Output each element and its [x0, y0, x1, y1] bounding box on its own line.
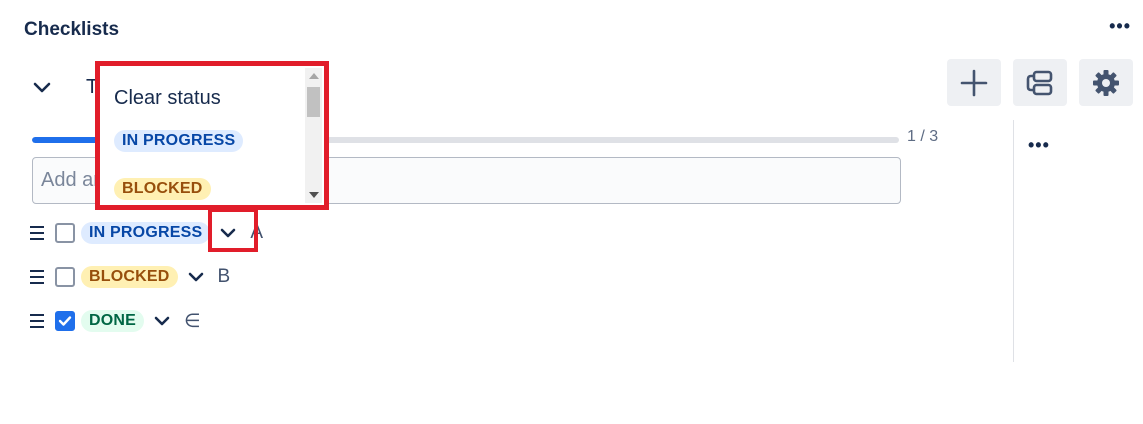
- settings-button[interactable]: [1079, 59, 1133, 106]
- status-dropdown-menu: Clear status IN PROGRESS BLOCKED: [95, 61, 329, 210]
- highlight-box: [208, 208, 258, 252]
- drag-handle-icon[interactable]: [30, 226, 44, 240]
- plus-icon: [960, 69, 988, 96]
- scroll-up-icon[interactable]: [309, 73, 319, 79]
- option-clear-status[interactable]: Clear status: [114, 87, 221, 110]
- chevron-down-icon: [154, 316, 170, 326]
- dropdown-options: Clear status IN PROGRESS BLOCKED: [100, 66, 304, 205]
- option-blocked[interactable]: BLOCKED: [114, 178, 211, 200]
- drag-handle-icon[interactable]: [30, 314, 44, 328]
- item-checkbox[interactable]: [55, 267, 75, 287]
- checklist-item: BLOCKED B: [30, 264, 230, 290]
- checkmark-icon: [58, 316, 72, 326]
- drag-handle-icon[interactable]: [30, 270, 44, 284]
- status-dropdown-button[interactable]: [184, 266, 208, 288]
- add-checklist-button[interactable]: [947, 59, 1001, 106]
- checklist-item: DONE ∈: [30, 308, 201, 334]
- page-title: Checklists: [24, 19, 120, 40]
- panel-divider: [1013, 120, 1014, 362]
- dropdown-scrollbar[interactable]: [305, 68, 322, 203]
- gear-icon: [1093, 69, 1119, 96]
- item-checkbox[interactable]: [55, 223, 75, 243]
- status-badge: BLOCKED: [81, 266, 178, 288]
- item-checkbox[interactable]: [55, 311, 75, 331]
- chevron-down-icon: [33, 82, 51, 93]
- collapse-button[interactable]: [30, 78, 54, 98]
- progress-count: 1 / 3: [907, 128, 939, 145]
- template-stack-icon: [1026, 70, 1053, 95]
- status-badge: DONE: [81, 310, 145, 332]
- template-button[interactable]: [1013, 59, 1067, 106]
- item-text[interactable]: ∈: [184, 310, 201, 333]
- scroll-down-icon[interactable]: [309, 192, 319, 198]
- status-badge: IN PROGRESS: [81, 222, 211, 244]
- more-options-button[interactable]: •••: [1109, 16, 1131, 37]
- item-text[interactable]: B: [218, 266, 231, 288]
- chevron-down-icon: [188, 272, 203, 282]
- option-in-progress[interactable]: IN PROGRESS: [114, 130, 244, 152]
- scroll-thumb[interactable]: [307, 87, 320, 117]
- status-dropdown-button[interactable]: [150, 310, 174, 332]
- item-more-button[interactable]: •••: [1028, 135, 1050, 156]
